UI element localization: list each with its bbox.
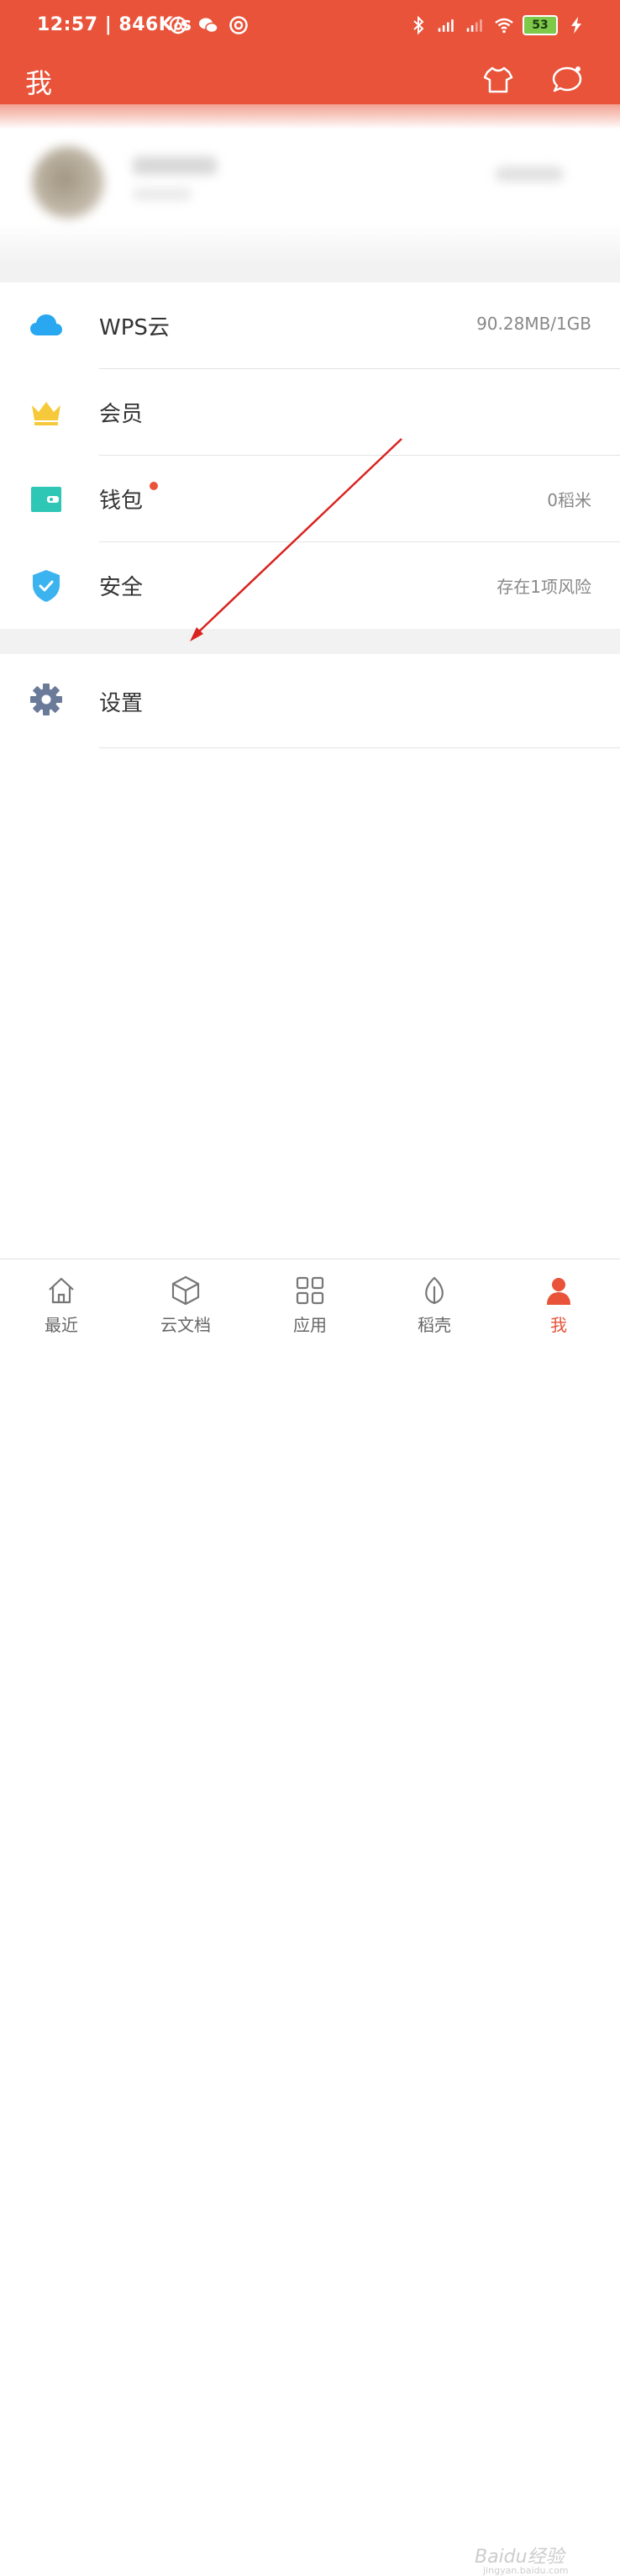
- profile-card[interactable]: [0, 104, 620, 289]
- person-icon: [547, 1278, 570, 1305]
- nav-item-cloud-docs[interactable]: 云文档: [135, 1259, 236, 1346]
- signal-icon: [438, 19, 454, 32]
- notification-dot: [150, 482, 158, 490]
- nav-label: 我: [550, 1315, 567, 1335]
- menu-item-wallet[interactable]: 钱包 0稻米: [0, 456, 620, 542]
- bottom-navigation: 最近 云文档 应用 稻壳 我 Baidu经验 jingyan.baidu.com: [0, 1259, 620, 2576]
- divider: [99, 747, 620, 748]
- cloud-icon: [30, 314, 62, 335]
- nav-label: 最近: [45, 1315, 78, 1335]
- menu-label: WPS云: [99, 315, 170, 340]
- skin-theme-icon[interactable]: [482, 64, 514, 96]
- user-info-blurred: [133, 188, 192, 200]
- nav-item-docer[interactable]: 稻壳: [384, 1259, 485, 1346]
- nav-item-apps[interactable]: 应用: [260, 1259, 360, 1346]
- nav-label: 稻壳: [418, 1315, 451, 1335]
- nav-label: 应用: [293, 1315, 327, 1335]
- netease-icon: [169, 16, 187, 34]
- watermark-url: jingyan.baidu.com: [483, 2565, 569, 2576]
- nav-item-recent[interactable]: 最近: [11, 1259, 112, 1346]
- leaf-icon: [425, 1276, 444, 1305]
- wifi-icon: [495, 18, 513, 34]
- menu-item-wps-cloud[interactable]: WPS云 90.28MB/1GB: [0, 282, 620, 369]
- status-bar: 12:57 | 846K/s 53: [0, 0, 620, 54]
- menu-label: 设置: [99, 691, 144, 716]
- charging-icon: [571, 17, 581, 34]
- title-bar: 我: [0, 54, 620, 104]
- profile-action-blurred[interactable]: [496, 166, 563, 182]
- menu-group-settings: 设置: [0, 654, 620, 748]
- wallet-icon: [31, 487, 61, 512]
- section-separator: [0, 629, 620, 654]
- menu-label: 钱包: [99, 488, 144, 514]
- menu-label: 安全: [99, 575, 144, 600]
- cloud-usage: 90.28MB/1GB: [476, 314, 591, 334]
- battery-indicator: 53: [523, 15, 558, 35]
- gear-icon: [30, 684, 62, 715]
- cube-icon: [171, 1275, 200, 1306]
- avatar[interactable]: [32, 146, 104, 219]
- grid-icon: [296, 1276, 324, 1305]
- shield-icon: [33, 570, 60, 602]
- crown-icon: [32, 402, 60, 425]
- menu-label: 会员: [99, 402, 144, 427]
- menu-group-account: WPS云 90.28MB/1GB 会员 钱包 0稻米 安全 存在1项风险: [0, 282, 620, 629]
- wallet-balance: 0稻米: [547, 490, 591, 510]
- message-icon[interactable]: [551, 64, 583, 96]
- home-icon: [49, 1277, 74, 1304]
- wechat-icon: [199, 18, 218, 34]
- page-title: 我: [25, 67, 53, 99]
- status-system-icons: 53: [408, 15, 586, 35]
- signal-icon-2: [466, 19, 482, 32]
- bluetooth-icon: [413, 15, 424, 35]
- status-notification-icons: [168, 15, 249, 35]
- menu-item-settings[interactable]: 设置: [0, 654, 620, 748]
- menu-item-security[interactable]: 安全 存在1项风险: [0, 542, 620, 629]
- nav-label: 云文档: [160, 1315, 211, 1335]
- username-blurred: [133, 156, 217, 175]
- security-status: 存在1项风险: [497, 577, 591, 597]
- app-notification-icon: [229, 16, 248, 34]
- nav-item-me[interactable]: 我: [508, 1259, 609, 1346]
- menu-item-membership[interactable]: 会员: [0, 369, 620, 456]
